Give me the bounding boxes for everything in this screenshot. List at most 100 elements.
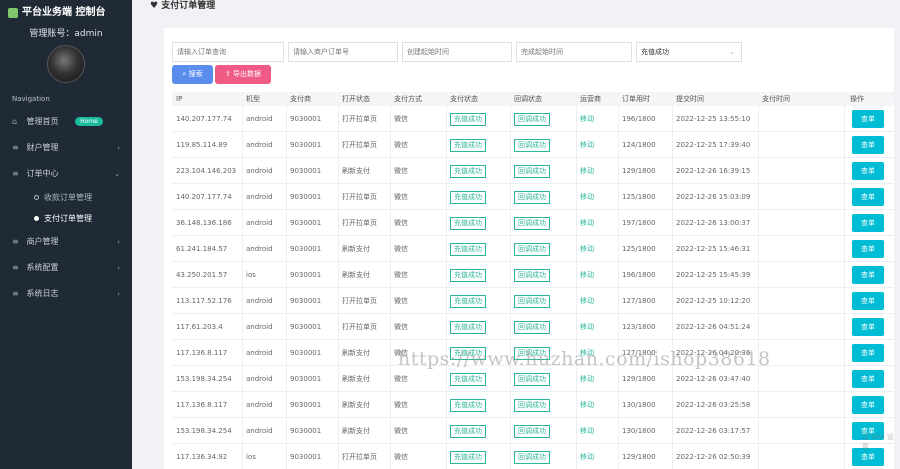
cell-divider <box>286 210 287 236</box>
query-order-button[interactable]: 查单 <box>852 396 884 414</box>
cell-divider <box>338 392 339 418</box>
query-order-button[interactable]: 查单 <box>852 240 884 258</box>
query-order-button[interactable]: 查单 <box>852 214 884 232</box>
cell-divider <box>286 392 287 418</box>
cell-divider <box>510 106 511 132</box>
chevron-down-icon: ⌄ <box>729 48 735 56</box>
cell-divider <box>446 106 447 132</box>
cell-divider <box>672 314 673 340</box>
home-badge: Home <box>75 117 103 126</box>
export-button[interactable]: ⇪ 导出数据 <box>215 65 271 84</box>
cell-divider <box>576 262 577 288</box>
cell-submit: 2022-12-26 13:00:37 <box>676 219 751 227</box>
merchant-order-input[interactable] <box>288 42 398 62</box>
cell-callback: 回调成功 <box>514 236 576 262</box>
cell-merchant: 9030001 <box>290 193 322 201</box>
cell-divider <box>618 418 619 444</box>
callback-tag: 回调成功 <box>514 398 550 412</box>
query-order-button[interactable]: 查单 <box>852 318 884 336</box>
callback-tag: 回调成功 <box>514 372 550 386</box>
cell-time: 125/1800 <box>622 193 656 201</box>
cell-pay-time <box>762 184 842 210</box>
cell-divider <box>510 236 511 262</box>
cell-divider <box>286 236 287 262</box>
account-label: 管理账号：admin <box>29 29 103 39</box>
cell-divider <box>242 392 243 418</box>
sidebar-item-config[interactable]: ≡ 系统配置 › <box>0 255 132 281</box>
end-time-input[interactable] <box>516 42 632 62</box>
cell-divider <box>446 418 447 444</box>
cell-divider <box>286 262 287 288</box>
cell-model: android <box>246 297 273 305</box>
sidebar-item-label: 系统配置 <box>26 263 59 272</box>
sidebar: 平台业务端 控制台 管理账号：admin Navigation ⌂ 管理首页 H… <box>0 0 132 469</box>
cell-divider <box>672 444 673 469</box>
cell-divider <box>286 288 287 314</box>
cell-divider <box>672 236 673 262</box>
cell-time: 124/1800 <box>622 141 656 149</box>
sidebar-item-home[interactable]: ⌂ 管理首页 Home <box>0 109 132 135</box>
cell-model: android <box>246 245 273 253</box>
cell-pay-time <box>762 340 842 366</box>
cell-divider <box>672 210 673 236</box>
cell-carrier: 移动 <box>580 167 594 175</box>
start-time-input[interactable] <box>402 42 512 62</box>
callback-tag: 回调成功 <box>514 424 550 438</box>
cell-model: android <box>246 375 273 383</box>
cell-callback: 回调成功 <box>514 392 576 418</box>
sidebar-subitem-collection-orders[interactable]: 收款订单管理 <box>0 187 132 208</box>
cell-merchant: 9030001 <box>290 167 322 175</box>
orders-panel: 充值成功 ⌄ ⌕ 搜索 ⇪ 导出数据 IP 机型 支付商 打开状态 支付方式 支… <box>164 28 894 469</box>
callback-tag: 回调成功 <box>514 268 550 282</box>
cell-divider <box>338 288 339 314</box>
cell-divider <box>286 132 287 158</box>
sidebar-item-logs[interactable]: ≡ 系统日志 › <box>0 281 132 307</box>
query-order-button[interactable]: 查单 <box>852 292 884 310</box>
query-order-button[interactable]: 查单 <box>852 136 884 154</box>
avatar[interactable] <box>47 45 85 83</box>
cell-divider <box>338 236 339 262</box>
sidebar-item-merchants[interactable]: ≡ 商户管理 › <box>0 229 132 255</box>
cell-divider <box>338 366 339 392</box>
query-order-button[interactable]: 查单 <box>852 266 884 284</box>
search-button-label: 搜索 <box>188 70 203 78</box>
cell-divider <box>844 444 845 469</box>
sidebar-item-orders[interactable]: ≡ 订单中心 ⌄ <box>0 161 132 187</box>
query-order-button[interactable]: 查单 <box>852 162 884 180</box>
cell-divider <box>338 262 339 288</box>
cell-divider <box>576 132 577 158</box>
sidebar-subitem-payment-orders[interactable]: 支付订单管理 <box>0 208 132 229</box>
sidebar-item-finance[interactable]: ≡ 财户管理 › <box>0 135 132 161</box>
circle-icon <box>34 216 39 221</box>
column-header: 支付状态 <box>450 95 478 103</box>
cell-divider <box>242 418 243 444</box>
query-order-button[interactable]: 查单 <box>852 110 884 128</box>
menu-icon: ≡ <box>12 237 19 246</box>
cell-divider <box>390 366 391 392</box>
search-button[interactable]: ⌕ 搜索 <box>172 65 213 84</box>
cell-divider <box>758 106 759 132</box>
status-tag: 充值成功 <box>450 294 486 308</box>
query-order-button[interactable]: 查单 <box>852 370 884 388</box>
cell-divider <box>618 210 619 236</box>
cell-divider <box>672 132 673 158</box>
cell-model: ios <box>246 271 256 279</box>
cell-pay: 微信 <box>394 271 408 279</box>
chevron-right-icon: › <box>117 264 120 272</box>
status-select[interactable]: 充值成功 ⌄ <box>636 42 742 62</box>
order-search-input[interactable] <box>172 42 284 62</box>
query-order-button[interactable]: 查单 <box>852 188 884 206</box>
cell-divider <box>510 132 511 158</box>
callback-tag: 回调成功 <box>514 242 550 256</box>
cell-open: 刷新支付 <box>342 349 370 357</box>
cell-divider <box>242 262 243 288</box>
cell-divider <box>618 444 619 469</box>
cell-divider <box>618 158 619 184</box>
cell-divider <box>242 236 243 262</box>
cell-divider <box>844 106 845 132</box>
cell-divider <box>242 340 243 366</box>
cell-merchant: 9030001 <box>290 115 322 123</box>
main-content: ♥ 支付订单管理 充值成功 ⌄ ⌕ 搜索 ⇪ 导出数据 IP 机型 支付商 打开… <box>132 0 900 469</box>
query-order-button[interactable]: 查单 <box>852 344 884 362</box>
cell-divider <box>390 288 391 314</box>
